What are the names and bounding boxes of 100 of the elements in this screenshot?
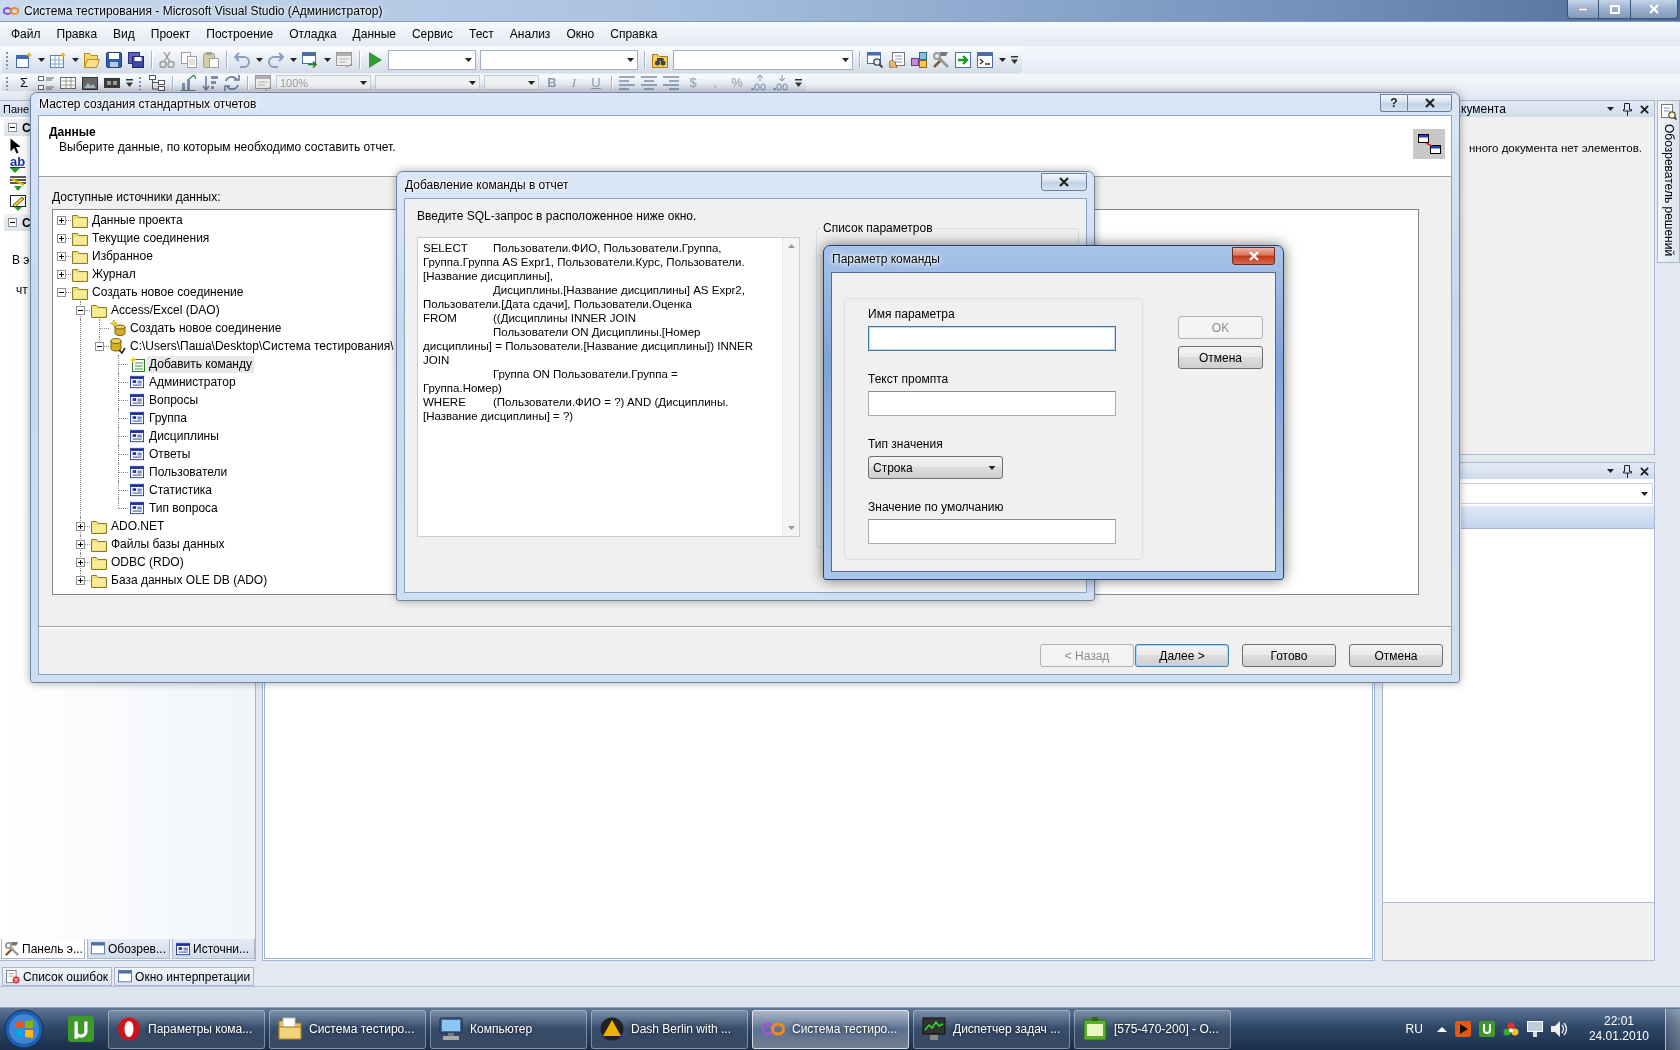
- new-project-icon[interactable]: [16, 52, 32, 68]
- close-button[interactable]: [1232, 247, 1275, 265]
- plus-box-icon[interactable]: [76, 521, 85, 531]
- align-left-icon[interactable]: [619, 75, 635, 91]
- dropdown-caret-icon[interactable]: [842, 58, 849, 62]
- decimal-increase-icon[interactable]: [751, 75, 767, 91]
- tree-item[interactable]: C:\Users\Паша\Desktop\Система тестирования\: [128, 337, 396, 355]
- dropdown-caret-icon[interactable]: [1607, 469, 1614, 473]
- dropdown-caret-icon[interactable]: [988, 465, 996, 470]
- sum-tool[interactable]: Σ: [13, 75, 35, 91]
- tree-item[interactable]: Дисциплины: [147, 427, 221, 445]
- side-tab[interactable]: Обозреватель решений: [1657, 100, 1680, 264]
- group-header[interactable]: С: [22, 215, 31, 230]
- tree-item[interactable]: Журнал: [90, 265, 138, 283]
- taskbar-button[interactable]: Параметры кома...: [108, 1009, 265, 1049]
- console-icon[interactable]: [977, 52, 993, 68]
- taskbar-button[interactable]: Компьютер: [430, 1009, 587, 1049]
- squares-icon[interactable]: [911, 52, 927, 68]
- close-button[interactable]: [1041, 173, 1087, 191]
- document-search-icon[interactable]: [1660, 104, 1677, 120]
- menu-item[interactable]: Тест: [461, 24, 502, 44]
- show-desktop-button[interactable]: [1665, 1008, 1680, 1050]
- tree-item[interactable]: База данных OLE DB (ADO): [109, 571, 270, 589]
- dropdown-caret-icon[interactable]: [37, 58, 45, 62]
- sort-icon[interactable]: [202, 75, 218, 91]
- wizard-button[interactable]: Далее >: [1135, 644, 1229, 667]
- tree-item[interactable]: Вопросы: [147, 391, 201, 409]
- minus-box-icon[interactable]: [95, 341, 104, 351]
- block-bar-icon[interactable]: [104, 75, 120, 91]
- menu-item[interactable]: Проект: [142, 24, 199, 44]
- monitor-graph-icon[interactable]: [922, 1017, 946, 1041]
- menu-item[interactable]: Построение: [198, 24, 282, 44]
- window-icon[interactable]: [91, 941, 105, 956]
- dropdown-caret-icon[interactable]: [1641, 491, 1648, 496]
- window-icon[interactable]: [255, 75, 271, 91]
- panel-tab[interactable]: Обозрев...: [87, 939, 170, 959]
- minus-box-icon[interactable]: [76, 305, 85, 315]
- taskbar-button[interactable]: Диспетчер задач ...: [913, 1009, 1070, 1049]
- tree-item[interactable]: Тип вопроса: [147, 499, 220, 517]
- copy-icon[interactable]: [181, 52, 197, 68]
- arrow-box-icon[interactable]: [955, 52, 971, 68]
- tree-item[interactable]: Данные проекта: [90, 211, 185, 229]
- plus-box-icon[interactable]: [57, 233, 66, 243]
- tools-icon[interactable]: [5, 941, 19, 956]
- minus-box-icon[interactable]: [8, 123, 17, 132]
- minus-box-icon[interactable]: [8, 218, 17, 227]
- app-tile-icon[interactable]: [1478, 1021, 1495, 1037]
- plus-box-icon[interactable]: [57, 215, 66, 225]
- help-button[interactable]: ?: [1380, 94, 1407, 112]
- text-field[interactable]: [868, 519, 1116, 544]
- menu-item[interactable]: Правка: [48, 24, 106, 44]
- tree-item[interactable]: Создать новое соединение: [128, 319, 284, 337]
- dropdown-caret-icon[interactable]: [627, 58, 634, 62]
- pencil-box-icon[interactable]: [10, 194, 26, 211]
- menu-item[interactable]: Вид: [105, 24, 143, 44]
- tree-icon[interactable]: [149, 75, 165, 91]
- save-icon[interactable]: [106, 52, 122, 68]
- menu-item[interactable]: Окно: [558, 24, 603, 44]
- tree-item[interactable]: ODBC (RDO): [109, 553, 186, 571]
- ring-icon[interactable]: [117, 1017, 141, 1041]
- plus-box-icon[interactable]: [57, 269, 66, 279]
- window-search-icon[interactable]: [867, 52, 883, 68]
- taskbar-button[interactable]: Dash Berlin with ...: [591, 1009, 748, 1049]
- dropdown-caret-icon[interactable]: [1607, 107, 1614, 111]
- triangle-disc-icon[interactable]: [600, 1017, 624, 1041]
- tree-item[interactable]: Статистика: [147, 481, 215, 499]
- tree-item[interactable]: Создать новое соединение: [90, 283, 246, 301]
- tree-item[interactable]: Файлы базы данных: [109, 535, 227, 553]
- pin-icon[interactable]: [1622, 102, 1632, 116]
- minus-box-icon[interactable]: [57, 287, 66, 297]
- panel-tab[interactable]: Панель э...: [1, 939, 85, 959]
- add-item-icon[interactable]: [50, 52, 66, 68]
- close-icon[interactable]: [1640, 104, 1649, 114]
- close-icon[interactable]: [1640, 466, 1649, 476]
- tree-item[interactable]: Администратор: [147, 373, 238, 391]
- language-indicator[interactable]: RU: [1405, 1022, 1423, 1036]
- scroll-up-icon[interactable]: [787, 244, 795, 248]
- tree-item[interactable]: ADO.NET: [109, 517, 167, 535]
- menu-item[interactable]: Отладка: [281, 24, 345, 44]
- dropdown-caret-icon[interactable]: [255, 58, 263, 62]
- computer-icon[interactable]: [439, 1017, 463, 1041]
- overflow-caret-icon[interactable]: [1010, 56, 1018, 64]
- dropdown-field[interactable]: [1461, 483, 1653, 504]
- refresh-icon[interactable]: [224, 75, 240, 91]
- play-icon[interactable]: [367, 52, 383, 68]
- clock-date[interactable]: 24.01.2010: [1588, 1029, 1649, 1044]
- taskbar-button[interactable]: Система тестиро...: [752, 1009, 909, 1049]
- close-icon[interactable]: [1424, 98, 1435, 108]
- table-icon[interactable]: [176, 941, 190, 956]
- start-button[interactable]: [4, 1009, 44, 1049]
- wizard-button[interactable]: Отмена: [1349, 644, 1443, 667]
- cut-icon[interactable]: [159, 52, 175, 68]
- menu-item[interactable]: Данные: [344, 24, 404, 44]
- error-page-icon[interactable]: [6, 969, 20, 984]
- taskbar-button[interactable]: Система тестиро...: [269, 1009, 426, 1049]
- caret-up-icon[interactable]: [1436, 1026, 1447, 1032]
- tree-item[interactable]: Ответы: [147, 445, 193, 463]
- text-tool[interactable]: ab: [10, 156, 26, 168]
- bar-chart-icon[interactable]: [180, 75, 196, 91]
- tree-item[interactable]: Добавить команду: [147, 355, 254, 373]
